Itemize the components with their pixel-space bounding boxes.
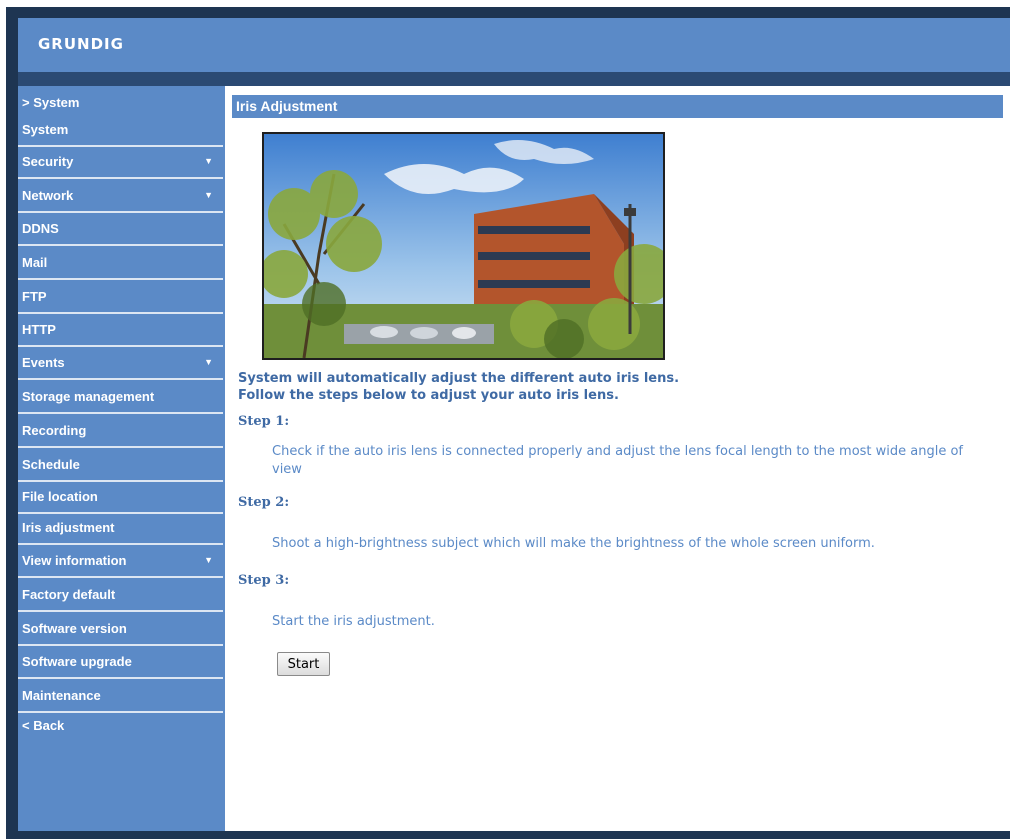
sidebar-item-label: Storage management <box>22 389 155 404</box>
sidebar: > System System Security ▼ Network ▼ DDNS … <box>18 86 225 831</box>
sidebar-item-label: Mail <box>22 255 48 270</box>
step-1-text: Check if the auto iris lens is connected… <box>272 444 964 477</box>
start-button[interactable]: Start <box>277 652 330 676</box>
sidebar-item-label: Software version <box>22 621 127 636</box>
sidebar-item-label: Maintenance <box>22 688 101 703</box>
intro-line-2: Follow the steps below to adjust your au… <box>238 388 619 403</box>
sidebar-item-security[interactable]: Security ▼ <box>18 147 223 179</box>
sidebar-item-label: Security <box>22 154 74 169</box>
sidebar-item-label: Recording <box>22 423 87 438</box>
sidebar-item-events[interactable]: Events ▼ <box>18 348 223 380</box>
sidebar-item-software-upgrade[interactable]: Software upgrade <box>18 647 223 679</box>
triangle-down-icon: ▼ <box>204 156 213 166</box>
sidebar-back-link[interactable]: < Back <box>22 718 64 733</box>
sidebar-item-storage-management[interactable]: Storage management <box>18 382 223 414</box>
sidebar-item-recording[interactable]: Recording <box>18 416 223 448</box>
grundig-logo: GRUNDIG <box>38 35 124 53</box>
intro-line-1: System will automatically adjust the dif… <box>238 371 680 386</box>
sidebar-item-label: Events <box>22 355 65 370</box>
step-2-label: Step 2: <box>238 495 290 510</box>
sidebar-item-file-location[interactable]: File location <box>18 482 223 514</box>
sidebar-item-label: Network <box>22 188 74 203</box>
page-title: Iris Adjustment <box>232 95 1003 118</box>
sidebar-item-label: View information <box>22 553 127 568</box>
sidebar-item-network[interactable]: Network ▼ <box>18 181 223 213</box>
header: GRUNDIG <box>18 18 1010 72</box>
sidebar-item-label: Factory default <box>22 587 116 602</box>
sidebar-item-label: Iris adjustment <box>22 520 115 535</box>
sidebar-item-iris-adjustment[interactable]: Iris adjustment <box>18 513 223 545</box>
camera-preview-image <box>262 132 665 360</box>
sidebar-item-system[interactable]: System <box>18 115 223 147</box>
sidebar-item-label: DDNS <box>22 221 59 236</box>
sidebar-item-view-information[interactable]: View information ▼ <box>18 546 223 578</box>
triangle-down-icon: ▼ <box>204 357 213 367</box>
sidebar-item-mail[interactable]: Mail <box>18 248 223 280</box>
sidebar-item-ftp[interactable]: FTP <box>18 282 223 314</box>
sidebar-item-label: FTP <box>22 289 47 304</box>
sidebar-item-software-version[interactable]: Software version <box>18 614 223 646</box>
sidebar-item-http[interactable]: HTTP <box>18 315 223 347</box>
sidebar-item-maintenance[interactable]: Maintenance <box>18 681 223 713</box>
step-2-text: Shoot a high-brightness subject which wi… <box>272 536 875 551</box>
sidebar-item-schedule[interactable]: Schedule <box>18 450 223 482</box>
sidebar-item-factory-default[interactable]: Factory default <box>18 580 223 612</box>
sidebar-item-label: Software upgrade <box>22 654 132 669</box>
main-content: Iris Adjustment System will automaticall… <box>225 86 1010 831</box>
sidebar-item-label: HTTP <box>22 322 56 337</box>
step-1-label: Step 1: <box>238 414 290 429</box>
header-divider <box>18 72 1010 86</box>
sidebar-item-label: Schedule <box>22 457 80 472</box>
triangle-down-icon: ▼ <box>204 555 213 565</box>
sidebar-item-label: System <box>22 122 69 137</box>
sidebar-item-label: File location <box>22 489 98 504</box>
sidebar-section-system[interactable]: > System <box>22 95 79 110</box>
sidebar-item-ddns[interactable]: DDNS <box>18 214 223 246</box>
step-3-label: Step 3: <box>238 573 290 588</box>
step-3-text: Start the iris adjustment. <box>272 614 435 629</box>
triangle-down-icon: ▼ <box>204 190 213 200</box>
